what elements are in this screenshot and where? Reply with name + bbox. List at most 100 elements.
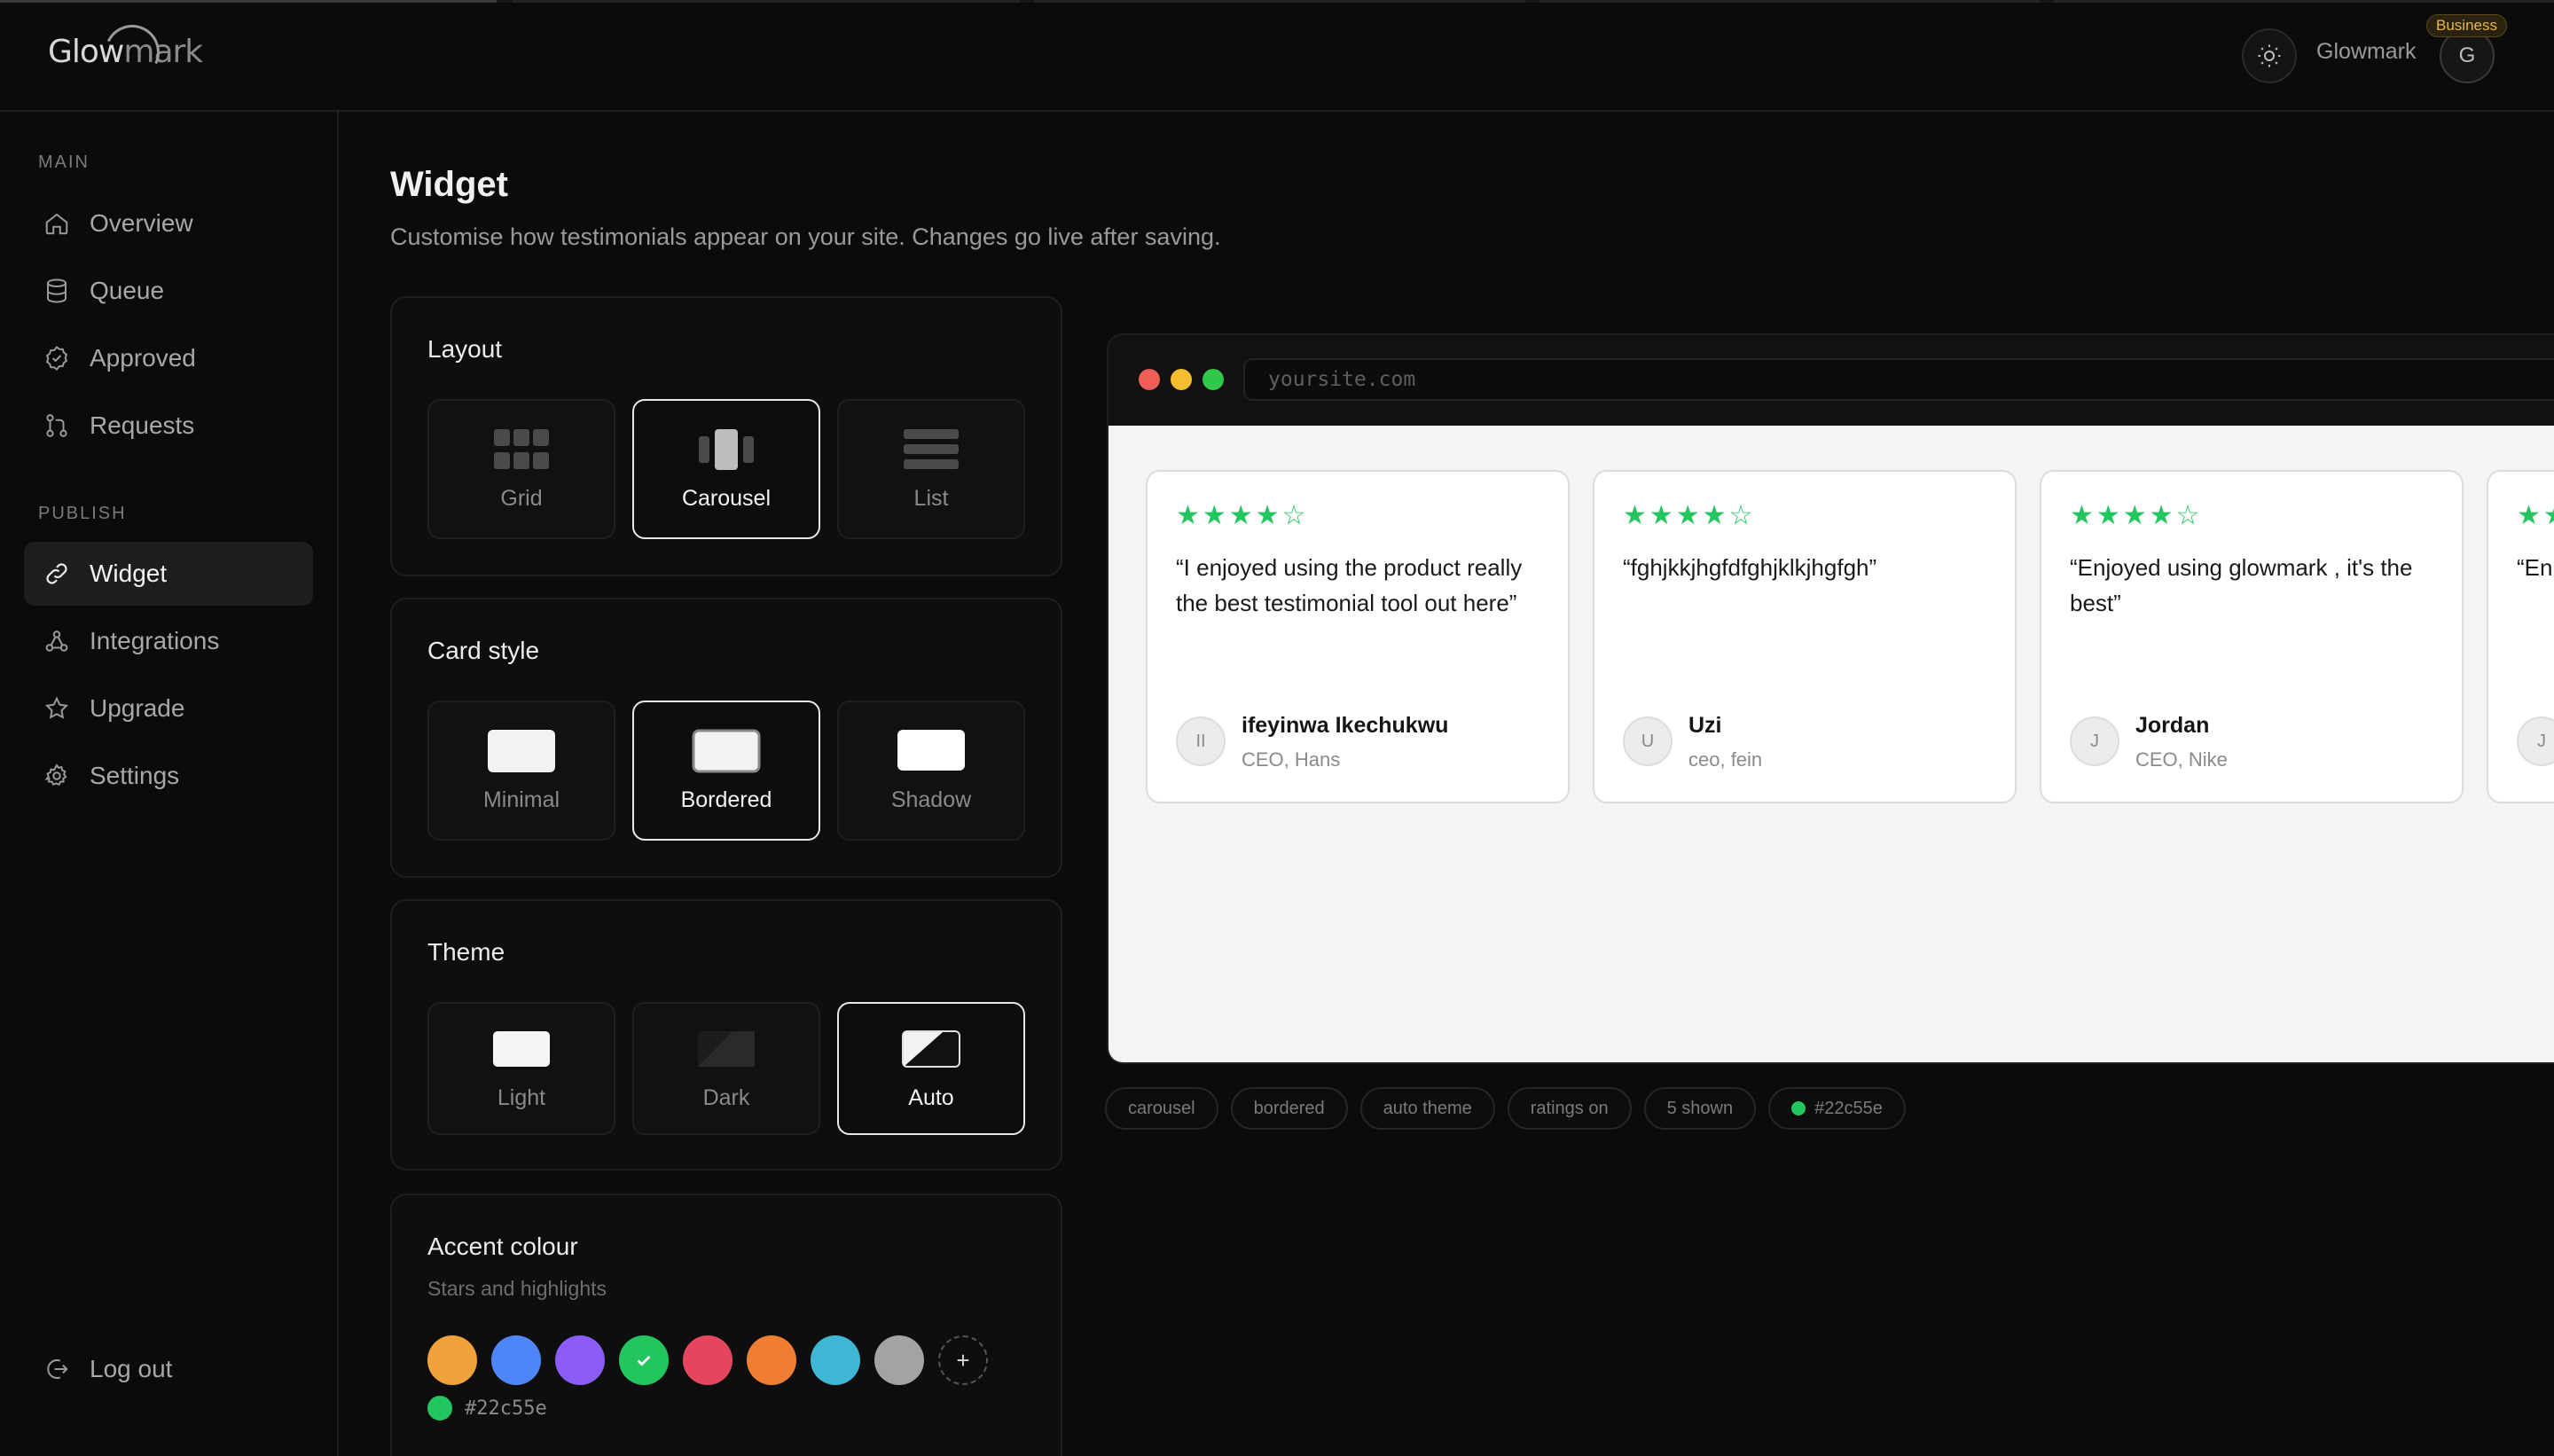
theme-option-auto[interactable]: Auto [837, 1002, 1025, 1135]
author-role: ceo, fein [1688, 748, 1763, 771]
home-icon [45, 213, 68, 235]
theme-light-icon [492, 1027, 551, 1071]
card-style-option-minimal[interactable]: Minimal [427, 701, 615, 841]
sidebar-item-label: Settings [90, 762, 180, 789]
layout-option-carousel[interactable]: Carousel [632, 399, 820, 539]
accent-hex-readout: #22c55e [427, 1396, 547, 1421]
gear-icon [44, 763, 67, 787]
author-avatar: J [2517, 716, 2554, 766]
chip-theme: auto theme [1359, 1087, 1495, 1130]
chip-card-style: bordered [1230, 1087, 1348, 1130]
author-name: ifeyinwa Ikechukwu [1242, 713, 1449, 738]
database-icon [47, 278, 67, 303]
star-icon [44, 696, 69, 719]
section-label-main: MAIN [38, 153, 90, 172]
star-rating: ★★★★☆ [2070, 501, 2203, 530]
accent-colour-panel: Accent colour Stars and highlights + #22… [390, 1194, 1062, 1456]
chip-layout: carousel [1105, 1087, 1218, 1130]
theme-auto-icon [902, 1027, 960, 1071]
link-icon [46, 563, 67, 584]
swatch-purple[interactable] [555, 1335, 605, 1385]
swatch-cyan[interactable] [811, 1335, 860, 1385]
sidebar-item-settings[interactable]: Settings [24, 744, 313, 808]
theme-toggle-button[interactable] [2242, 28, 2297, 83]
card-style-option-bordered[interactable]: Bordered [632, 701, 820, 841]
carousel-icon [699, 427, 754, 472]
traffic-light-close [1139, 369, 1160, 390]
git-pull-icon [46, 414, 67, 437]
widget-preview: yoursite.com ★★★★☆ “I enjoyed using the … [1107, 333, 2554, 1064]
chip-ratings: ratings on [1507, 1087, 1632, 1130]
sun-icon [2258, 44, 2281, 67]
card-style-panel: Card style Minimal Bordered Shadow [390, 598, 1062, 878]
panel-title: Theme [427, 938, 505, 966]
testimonial-card[interactable]: ★★★★☆ “En J [2487, 470, 2554, 803]
layout-panel: Layout Grid Carousel List [390, 296, 1062, 576]
browser-bar: yoursite.com [1109, 335, 2554, 426]
page-title: Widget [390, 165, 508, 204]
author-avatar: J [2070, 716, 2119, 766]
sidebar-item-label: Approved [90, 344, 196, 372]
swatch-blue[interactable] [491, 1335, 541, 1385]
author-avatar: II [1176, 716, 1226, 766]
star-rating: ★★★★☆ [2517, 501, 2554, 530]
settings-summary-chips: carousel bordered auto theme ratings on … [1105, 1087, 1906, 1130]
testimonial-quote: “I enjoyed using the product really the … [1176, 554, 1523, 616]
sidebar-item-label: Upgrade [90, 694, 185, 722]
swatch-amber[interactable] [427, 1335, 477, 1385]
sidebar-item-queue[interactable]: Queue [24, 259, 313, 323]
panel-subtitle: Stars and highlights [427, 1277, 607, 1300]
sidebar-item-widget[interactable]: Widget [24, 542, 313, 606]
tab-strip [0, 0, 2554, 3]
testimonial-card[interactable]: ★★★★☆ “Enjoyed using glowmark , it's the… [2040, 470, 2464, 803]
theme-option-dark[interactable]: Dark [632, 1002, 820, 1135]
swatch-orange[interactable] [747, 1335, 796, 1385]
accent-dot [1791, 1101, 1806, 1115]
sidebar-item-upgrade[interactable]: Upgrade [24, 677, 313, 740]
avatar-initial: G [2458, 43, 2476, 67]
star-rating: ★★★★☆ [1176, 501, 1309, 530]
traffic-light-minimize [1171, 369, 1192, 390]
check-icon [637, 1355, 651, 1366]
url-field: yoursite.com [1243, 358, 2554, 401]
option-label: Shadow [890, 787, 972, 812]
chip-accent-label: #22c55e [1814, 1099, 1883, 1118]
testimonial-card[interactable]: ★★★★☆ “fghjkkjhgfdfghjklkjhgfgh” U Uzi c… [1593, 470, 2017, 803]
app-logo[interactable]: Glowmark [48, 17, 203, 88]
layout-option-list[interactable]: List [837, 399, 1025, 539]
option-label: List [913, 486, 949, 511]
swatch-gray[interactable] [874, 1335, 924, 1385]
sidebar-item-label: Overview [90, 209, 193, 237]
sidebar-item-requests[interactable]: Requests [24, 394, 313, 458]
panel-title: Accent colour [427, 1233, 578, 1260]
layout-option-grid[interactable]: Grid [427, 399, 615, 539]
author-role: CEO, Nike [2135, 748, 2228, 771]
sidebar-item-integrations[interactable]: Integrations [24, 609, 313, 673]
chip-count: 5 shown [1643, 1087, 1757, 1130]
sidebar-item-approved[interactable]: Approved [24, 326, 313, 390]
option-label: Light [497, 1085, 546, 1110]
add-colour-button[interactable]: + [938, 1335, 988, 1385]
card-style-option-shadow[interactable]: Shadow [837, 701, 1025, 841]
swatch-red[interactable] [683, 1335, 733, 1385]
option-label: Minimal [482, 787, 560, 812]
integrations-icon [45, 630, 68, 652]
sidebar-item-overview[interactable]: Overview [24, 192, 313, 255]
page-subtitle: Customise how testimonials appear on you… [390, 223, 1221, 250]
author-avatar: U [1623, 716, 1673, 766]
check-badge-icon [45, 346, 68, 371]
chip-accent: #22c55e [1768, 1087, 1906, 1130]
logout-icon [47, 1359, 68, 1379]
logo-ring-icon [97, 17, 168, 88]
testimonial-quote: “Enjoyed using glowmark , it's the best” [2070, 554, 2413, 616]
theme-option-light[interactable]: Light [427, 1002, 615, 1135]
top-bar: Glowmark Glowmark G Business [0, 0, 2554, 112]
logout-button[interactable]: Log out [24, 1337, 313, 1401]
testimonial-card[interactable]: ★★★★☆ “I enjoyed using the product reall… [1146, 470, 1570, 803]
sidebar-item-label: Widget [90, 560, 168, 587]
traffic-light-maximize [1203, 369, 1224, 390]
option-label: Bordered [680, 787, 772, 812]
plus-icon: + [956, 1346, 970, 1374]
card-minimal-icon [487, 729, 556, 773]
swatch-green-selected[interactable] [619, 1335, 669, 1385]
